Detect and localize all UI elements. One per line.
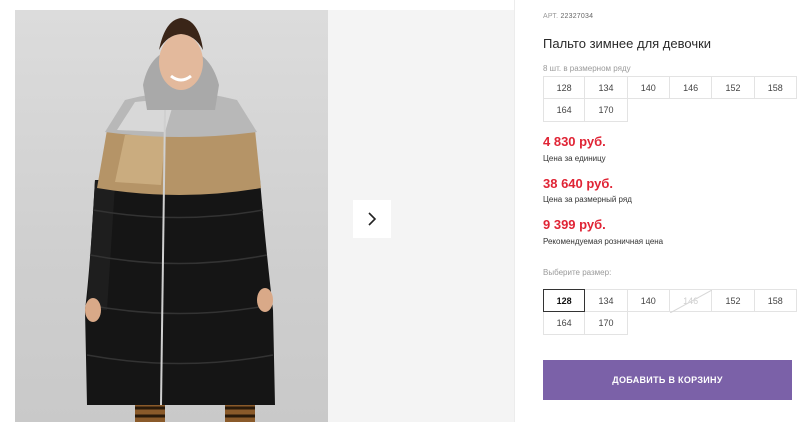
- pack-size: 134: [585, 76, 628, 99]
- size-option-unavailable: 146: [669, 289, 713, 313]
- sku-label: АРТ.: [543, 13, 559, 20]
- sku-line: АРТ. 22327034: [543, 13, 593, 20]
- size-option[interactable]: 134: [585, 289, 628, 312]
- unit-price-caption: Цена за единицу: [543, 154, 606, 163]
- product-photo[interactable]: [15, 10, 328, 422]
- product-title: Пальто зимнее для девочки: [543, 36, 712, 51]
- panel-divider: [514, 0, 515, 422]
- pack-label: 8 шт. в размерном ряду: [543, 64, 631, 73]
- pack-price: 38 640 руб.: [543, 176, 614, 191]
- strikethrough-icon: [669, 290, 712, 313]
- pack-size: 164: [543, 99, 586, 122]
- size-option[interactable]: 140: [627, 289, 670, 312]
- size-option[interactable]: 164: [543, 312, 586, 335]
- size-option[interactable]: 170: [585, 312, 628, 335]
- pack-size: 146: [669, 76, 713, 99]
- pack-price-caption: Цена за размерный ряд: [543, 195, 632, 204]
- pack-size: 152: [712, 76, 755, 99]
- pack-size: 170: [585, 99, 628, 122]
- gallery-next-button[interactable]: [353, 200, 391, 238]
- retail-price: 9 399 руб.: [543, 217, 606, 232]
- unit-price: 4 830 руб.: [543, 134, 606, 149]
- sku-value: 22327034: [560, 13, 594, 20]
- retail-price-caption: Рекомендуемая розничная цена: [543, 237, 664, 246]
- choose-size-label: Выберите размер:: [543, 268, 612, 277]
- coat-illustration: [85, 18, 275, 422]
- size-option[interactable]: 158: [754, 289, 797, 312]
- add-to-cart-button[interactable]: ДОБАВИТЬ В КОРЗИНУ: [543, 360, 792, 400]
- product-gallery: [0, 0, 515, 422]
- pack-size: 128: [543, 76, 586, 99]
- pack-size: 140: [627, 76, 670, 99]
- chevron-right-icon: [368, 212, 377, 226]
- size-option[interactable]: 152: [712, 289, 755, 312]
- pack-size: 158: [754, 76, 797, 99]
- size-option-selected[interactable]: 128: [543, 289, 586, 312]
- size-selector: 128 134 140 146 152 158 164 170: [543, 289, 797, 335]
- pack-sizes-grid: 128 134 140 146 152 158 164 170: [543, 76, 797, 122]
